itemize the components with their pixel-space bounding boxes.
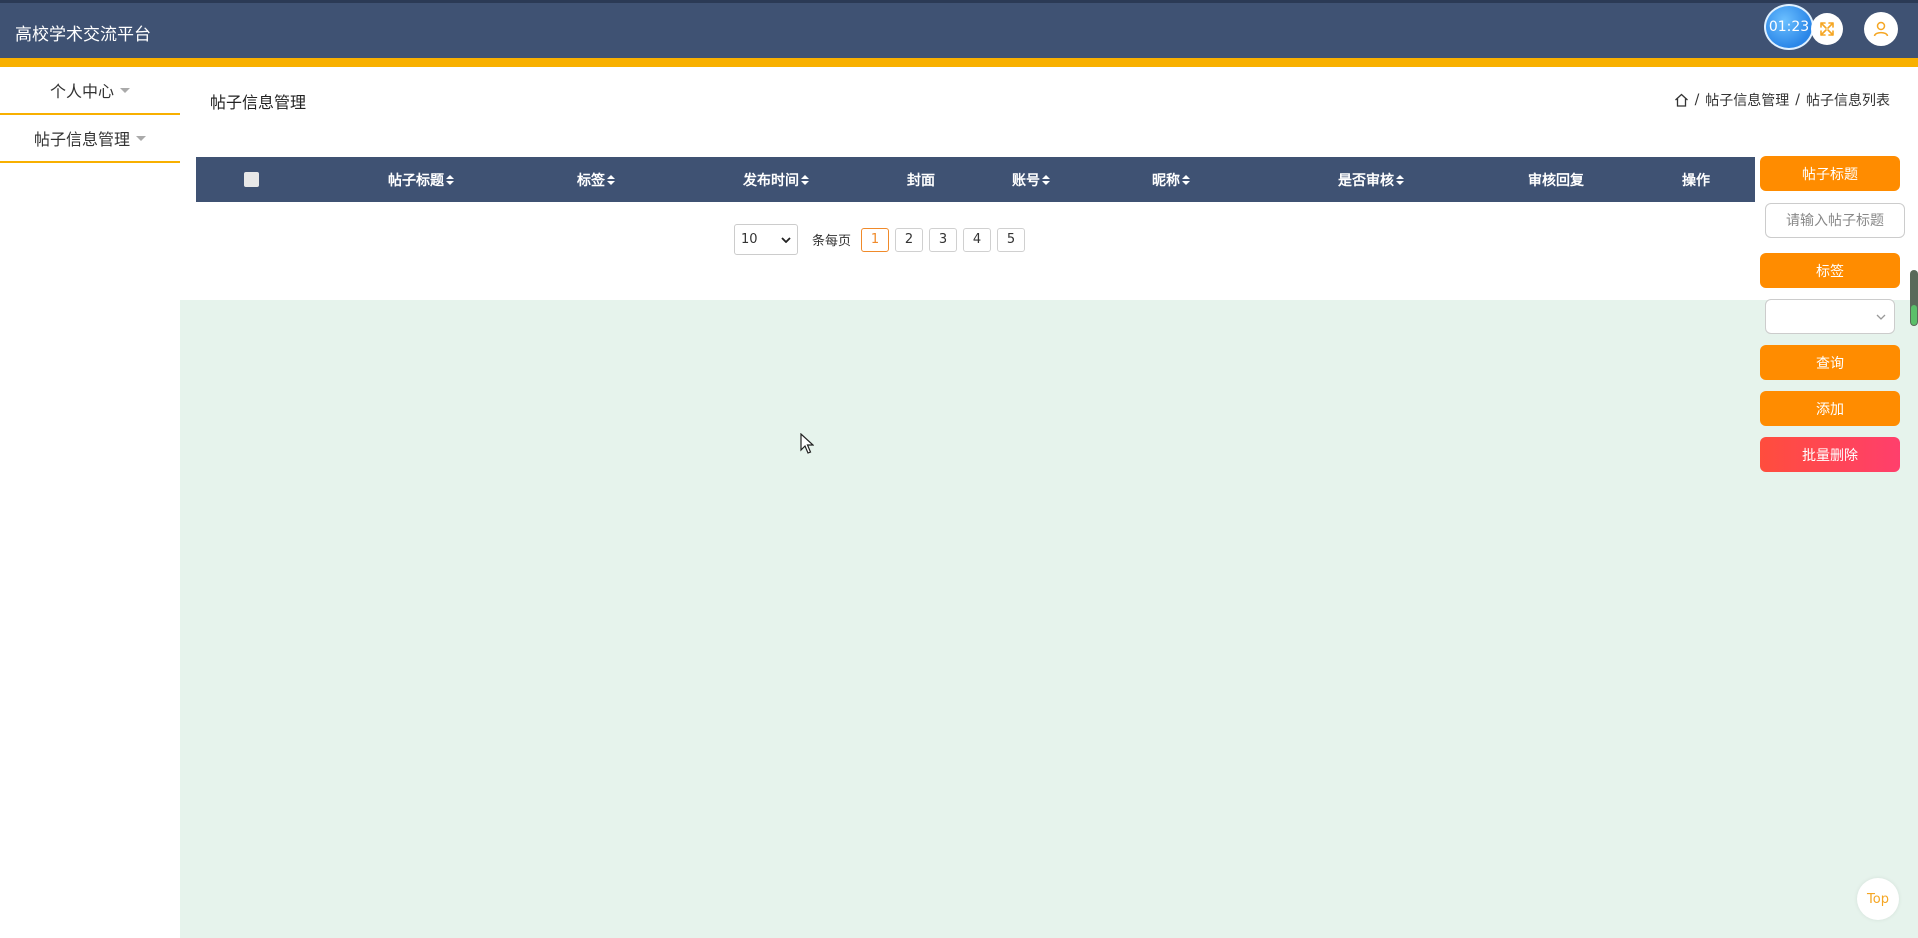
caret-down-icon	[136, 135, 146, 141]
breadcrumb-separator: /	[1795, 92, 1800, 108]
main-header: 帖子信息管理 / 帖子信息管理 / 帖子信息列表	[180, 67, 1918, 147]
sort-icon	[607, 174, 615, 185]
top-header: 高校学术交流平台	[0, 0, 1918, 58]
sort-icon	[446, 174, 454, 185]
tag-filter-label: 标签	[1760, 253, 1900, 288]
column-header-nickname[interactable]: 昵称	[1126, 157, 1216, 202]
page-button-5[interactable]: 5	[997, 227, 1026, 252]
sort-icon	[1182, 174, 1190, 185]
post-title-filter-label: 帖子标题	[1760, 156, 1900, 191]
sidebar-item-label: 个人中心	[49, 82, 114, 101]
page-button-1[interactable]: 1	[861, 227, 890, 252]
column-header-cover: 封面	[907, 172, 935, 189]
user-avatar-button[interactable]	[1864, 12, 1898, 46]
breadcrumb-separator: /	[1694, 92, 1700, 108]
page-size-select[interactable]: 10	[734, 224, 798, 255]
scrollbar-indicator	[1911, 305, 1917, 325]
home-icon[interactable]	[1674, 93, 1689, 107]
content-area	[180, 300, 1918, 938]
column-header-publish-time[interactable]: 发布时间	[711, 157, 841, 202]
select-all-checkbox[interactable]	[243, 172, 259, 187]
mouse-cursor-icon	[800, 433, 814, 454]
post-title-input[interactable]	[1765, 203, 1905, 238]
user-icon	[1873, 21, 1889, 37]
column-header-review-reply: 审核回复	[1528, 172, 1584, 189]
caret-down-icon	[120, 87, 130, 93]
search-button[interactable]: 查询	[1760, 345, 1900, 380]
sidebar-item-label: 帖子信息管理	[33, 130, 130, 149]
column-header-tag[interactable]: 标签	[551, 157, 641, 202]
select-all-cell	[236, 157, 266, 202]
column-header-account[interactable]: 账号	[986, 157, 1076, 202]
pagination: 10 条每页 1 2 3 4 5	[734, 224, 1026, 255]
column-header-actions: 操作	[1682, 172, 1710, 189]
chevron-down-icon	[781, 236, 791, 243]
sort-icon	[1042, 174, 1050, 185]
column-header-title[interactable]: 帖子标题	[361, 157, 481, 202]
app-title: 高校学术交流平台	[15, 25, 151, 45]
expand-icon	[1820, 22, 1834, 36]
sort-icon	[801, 174, 809, 185]
add-button[interactable]: 添加	[1760, 391, 1900, 426]
page-size-value: 10	[741, 232, 758, 247]
breadcrumb: / 帖子信息管理 / 帖子信息列表	[1674, 90, 1890, 110]
page-title: 帖子信息管理	[210, 93, 307, 112]
sort-icon	[1396, 174, 1404, 185]
page-button-2[interactable]: 2	[895, 227, 924, 252]
breadcrumb-item: 帖子信息列表	[1806, 93, 1890, 109]
page-button-3[interactable]: 3	[929, 227, 958, 252]
breadcrumb-item[interactable]: 帖子信息管理	[1705, 90, 1789, 110]
sidebar-item-personal-center[interactable]: 个人中心	[0, 67, 180, 115]
batch-delete-button[interactable]: 批量删除	[1760, 437, 1900, 472]
timer-badge: 01:23	[1764, 4, 1814, 50]
column-header-review-status[interactable]: 是否审核	[1306, 157, 1436, 202]
per-page-label: 条每页	[812, 234, 852, 249]
page-button-4[interactable]: 4	[963, 227, 992, 252]
sidebar-item-post-management[interactable]: 帖子信息管理	[0, 115, 180, 163]
tag-select[interactable]	[1765, 299, 1895, 334]
sidebar: 个人中心 帖子信息管理	[0, 67, 180, 938]
chevron-down-icon	[1876, 314, 1886, 320]
table-header: 帖子标题 标签 发布时间 封面 账号 昵称 是否审核 审核回复 操作	[196, 157, 1755, 202]
fullscreen-button[interactable]	[1811, 13, 1843, 45]
accent-strip	[0, 58, 1918, 67]
back-to-top-button[interactable]: Top	[1857, 878, 1899, 920]
post-table: 帖子标题 标签 发布时间 封面 账号 昵称 是否审核 审核回复 操作	[196, 157, 1755, 202]
